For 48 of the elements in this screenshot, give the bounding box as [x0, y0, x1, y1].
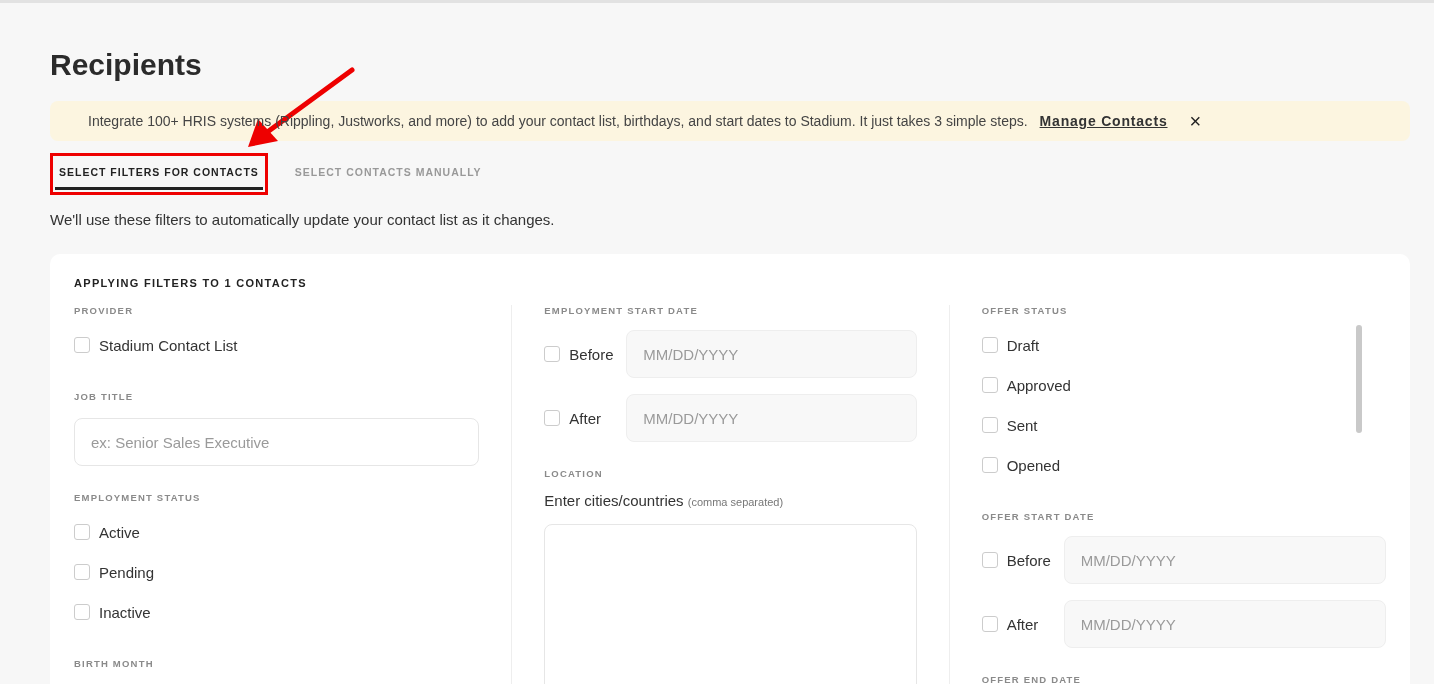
option-label: Sent: [1006, 416, 1038, 434]
checkbox[interactable]: [981, 457, 998, 473]
checkbox[interactable]: [74, 524, 90, 540]
close-button[interactable]: ×: [1189, 109, 1202, 133]
field-prompt: Enter cities/countries: [544, 492, 684, 509]
section-label: EMPLOYMENT STATUS: [74, 492, 202, 504]
description-text: We'll use these filters to automatically update your contact list as it changes.: [50, 211, 556, 228]
option-label: Opened: [1006, 456, 1061, 474]
option-label: Active: [99, 523, 140, 541]
tab[interactable]: SELECT FILTERS FOR CONTACTS: [55, 158, 263, 190]
checkbox[interactable]: [981, 337, 998, 353]
checkbox[interactable]: [74, 337, 90, 353]
date-field[interactable]: MM/DD/YYYY: [1063, 600, 1386, 648]
scrollbar[interactable]: [1356, 325, 1362, 433]
option-label: Pending: [99, 563, 155, 581]
option-label: After: [1006, 615, 1039, 633]
input-field[interactable]: [544, 524, 917, 684]
checkbox[interactable]: [544, 410, 561, 426]
hint-text: (comma separated): [687, 496, 784, 508]
option-label: After: [569, 409, 601, 427]
option-label: Before: [1006, 551, 1051, 569]
date-field[interactable]: MM/DD/YYYY: [1063, 536, 1386, 584]
checkbox[interactable]: [981, 377, 998, 393]
section-label: OFFER STATUS: [981, 305, 1069, 317]
page-title: Recipients: [50, 47, 203, 83]
option-label: Draft: [1006, 336, 1040, 354]
checkbox[interactable]: [981, 552, 998, 568]
checkbox[interactable]: [981, 417, 998, 433]
section-label: PROVIDER: [74, 305, 135, 317]
card-heading: APPLYING FILTERS TO 1 CONTACTS: [74, 277, 308, 289]
option-label: Before: [569, 345, 614, 363]
date-field[interactable]: MM/DD/YYYY: [626, 394, 917, 442]
option-label: Stadium Contact List: [99, 336, 238, 354]
checkbox[interactable]: [981, 616, 998, 632]
input-field[interactable]: ex: Senior Sales Executive: [74, 418, 480, 466]
section-label: LOCATION: [544, 468, 604, 480]
manage-contacts-link[interactable]: Manage Contacts: [1039, 113, 1168, 129]
checkbox[interactable]: [74, 564, 90, 580]
section-label: BIRTH MONTH: [74, 658, 155, 670]
section-label: OFFER START DATE: [981, 511, 1096, 523]
section-label: JOB TITLE: [74, 391, 135, 403]
section-label: EMPLOYMENT START DATE: [544, 305, 699, 317]
date-field[interactable]: MM/DD/YYYY: [626, 330, 917, 378]
checkbox[interactable]: [74, 604, 90, 620]
section-label: OFFER END DATE: [981, 674, 1083, 684]
checkbox[interactable]: [544, 346, 561, 362]
option-label: Inactive: [99, 603, 151, 621]
option-label: Approved: [1006, 376, 1071, 394]
